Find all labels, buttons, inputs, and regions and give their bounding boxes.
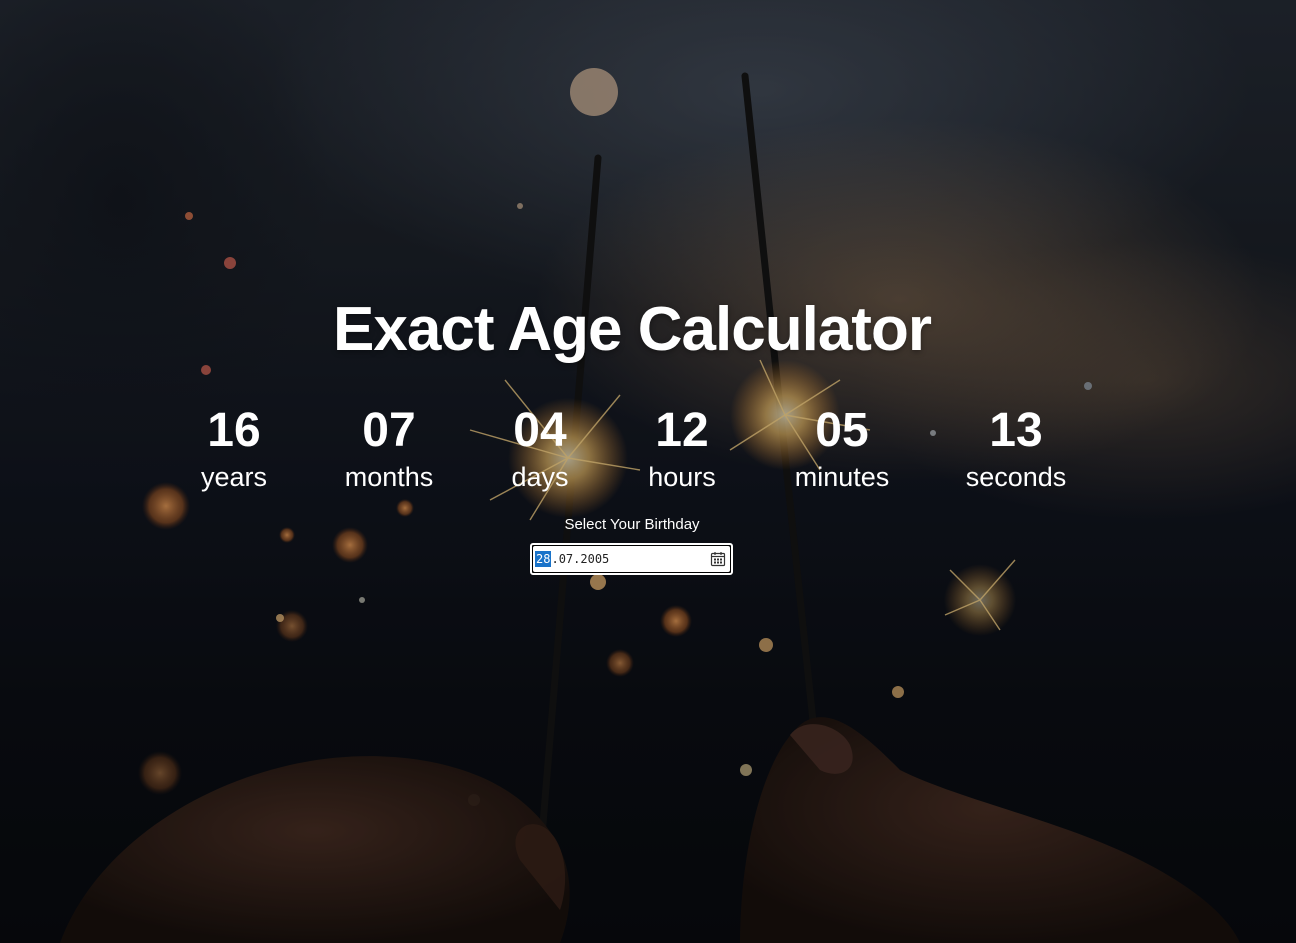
days-label: days — [511, 462, 569, 492]
seconds-counter: 13 seconds — [936, 402, 1096, 494]
years-counter: 16 years — [154, 402, 314, 494]
date-day-segment[interactable]: 28 — [535, 551, 552, 567]
birthday-date-input[interactable]: 28.07.2005 — [530, 543, 733, 575]
seconds-label: seconds — [965, 462, 1067, 492]
seconds-value: 13 — [989, 404, 1043, 457]
date-separator-1: . — [551, 552, 559, 566]
years-label: years — [200, 462, 268, 492]
date-month-segment[interactable]: 07 — [559, 552, 573, 566]
date-year-segment[interactable]: 2005 — [580, 552, 609, 566]
calendar-icon[interactable] — [710, 551, 726, 567]
hours-label: hours — [648, 462, 716, 492]
birthday-label: Select Your Birthday — [564, 516, 700, 533]
months-counter: 07 months — [309, 402, 469, 494]
minutes-counter: 05 minutes — [762, 402, 922, 494]
page-background: Exact Age Calculator 16 years 07 months … — [0, 0, 1296, 943]
page-title: Exact Age Calculator — [333, 295, 932, 364]
years-value: 16 — [207, 404, 261, 457]
days-counter: 04 days — [460, 402, 620, 494]
days-value: 04 — [513, 404, 567, 457]
minutes-value: 05 — [815, 404, 869, 457]
months-label: months — [344, 462, 434, 492]
hours-counter: 12 hours — [602, 402, 762, 494]
date-input-field[interactable]: 28.07.2005 — [533, 546, 730, 572]
minutes-label: minutes — [794, 462, 890, 492]
age-calculator: Exact Age Calculator 16 years 07 months … — [0, 0, 1296, 943]
date-value[interactable]: 28.07.2005 — [535, 546, 609, 572]
months-value: 07 — [362, 404, 416, 457]
hours-value: 12 — [655, 404, 709, 457]
